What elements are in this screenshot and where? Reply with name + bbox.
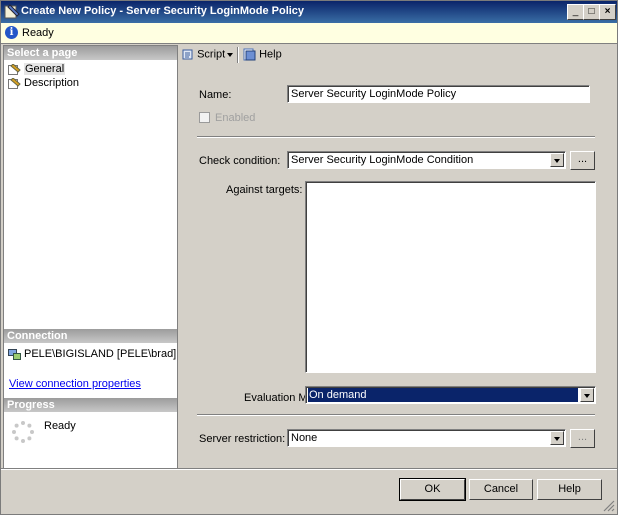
progress-spinner-icon [12, 421, 34, 443]
enabled-checkbox[interactable] [199, 112, 210, 123]
progress-header: Progress [4, 398, 177, 412]
view-connection-properties-link[interactable]: View connection properties [9, 378, 141, 390]
separator [197, 414, 595, 416]
select-page-header: Select a page [4, 46, 177, 60]
page-label-description: Description [24, 77, 80, 89]
check-condition-combo[interactable]: Server Security LoginMode Condition [287, 151, 566, 169]
chevron-down-icon[interactable] [550, 431, 564, 445]
script-dropdown-arrow[interactable] [226, 48, 234, 58]
resize-grip-icon[interactable] [603, 500, 615, 512]
status-bar: i Ready [1, 23, 617, 44]
minimize-button[interactable]: _ [567, 4, 584, 20]
server-restriction-combo[interactable]: None [287, 429, 566, 447]
check-condition-label: Check condition: [199, 155, 281, 167]
against-targets-label: Against targets: [226, 184, 303, 196]
cancel-button[interactable]: Cancel [469, 479, 533, 500]
evaluation-mode-value: On demand [309, 389, 367, 401]
status-text: Ready [22, 27, 54, 39]
help-toolbar-button[interactable]: Help [243, 48, 282, 61]
toolbar-separator [237, 47, 239, 63]
close-button[interactable]: × [599, 4, 616, 20]
page-label-general: General [24, 63, 66, 75]
connection-header: Connection [4, 329, 177, 343]
title-bar[interactable]: Create New Policy - Server Security Logi… [1, 1, 617, 23]
help-icon [243, 48, 256, 61]
page-item-description[interactable]: Description [8, 76, 79, 90]
policy-icon [4, 4, 20, 19]
check-condition-browse-button[interactable]: ... [570, 151, 595, 170]
separator [1, 468, 617, 470]
check-condition-value: Server Security LoginMode Condition [291, 154, 474, 166]
toolbar: Script Help [179, 45, 616, 65]
maximize-button[interactable]: □ [583, 4, 600, 20]
chevron-down-icon[interactable] [550, 153, 564, 167]
name-label: Name: [199, 89, 232, 101]
against-targets-list[interactable] [305, 181, 596, 373]
connection-info: PELE\BIGISLAND [PELE\brad] [8, 347, 176, 361]
page-icon [8, 77, 21, 89]
server-restriction-label: Server restriction: [199, 433, 286, 445]
script-icon [182, 49, 193, 60]
policy-dialog: Create New Policy - Server Security Logi… [0, 0, 618, 515]
script-button[interactable]: Script [181, 48, 225, 61]
general-page: Script Help Name: Server Security LoginM… [179, 45, 616, 467]
server-connection-icon [8, 348, 21, 360]
progress-text: Ready [44, 420, 76, 432]
server-restriction-value: None [291, 432, 318, 444]
help-label: Help [259, 48, 282, 61]
info-icon: i [5, 26, 18, 39]
left-pane: Select a page General Description Connec… [3, 45, 178, 469]
help-button[interactable]: Help [537, 479, 602, 500]
server-restriction-browse-button[interactable]: ... [570, 429, 595, 448]
page-item-general[interactable]: General [8, 62, 66, 76]
ok-button[interactable]: OK [399, 478, 466, 501]
separator [197, 136, 595, 138]
window-title: Create New Policy - Server Security Logi… [21, 5, 305, 17]
page-icon [8, 63, 21, 75]
connection-text: PELE\BIGISLAND [PELE\brad] [24, 348, 177, 360]
evaluation-mode-combo[interactable]: On demand [305, 386, 596, 404]
enabled-label: Enabled [215, 112, 256, 124]
chevron-down-icon[interactable] [580, 388, 594, 402]
script-label: Script [197, 48, 226, 61]
name-input[interactable]: Server Security LoginMode Policy [287, 85, 590, 103]
